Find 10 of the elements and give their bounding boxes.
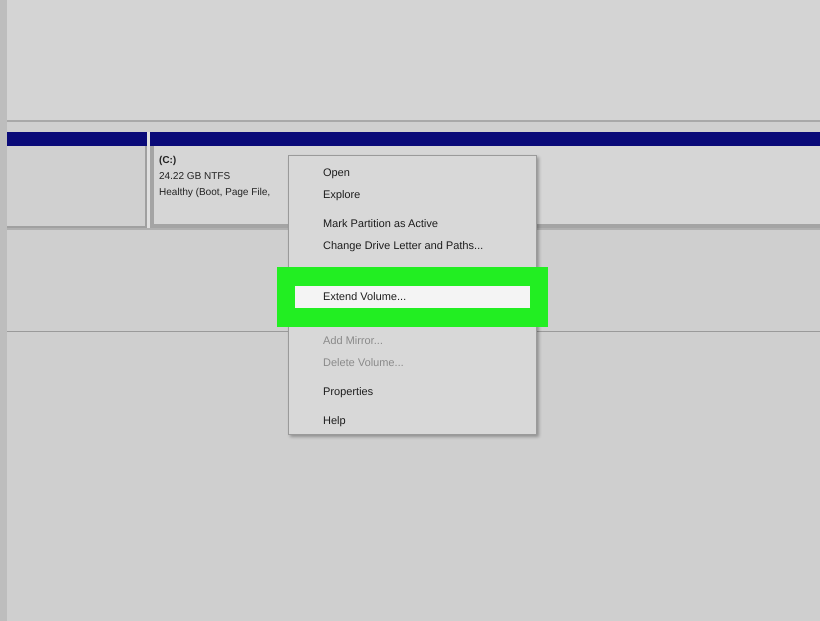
menu-item[interactable]: Open <box>289 162 536 184</box>
menu-item[interactable]: Properties <box>289 381 536 403</box>
menu-item[interactable]: Extend Volume... <box>295 286 530 308</box>
volume-name: (C:) <box>159 154 176 168</box>
menu-item[interactable]: Change Drive Letter and Paths... <box>289 235 536 257</box>
volume-status: Healthy (Boot, Page File, <box>159 186 270 200</box>
menu-item[interactable]: Explore <box>289 184 536 206</box>
volume-size: 24.22 GB NTFS <box>159 170 230 184</box>
menu-item[interactable]: Mark Partition as Active <box>289 213 536 235</box>
menu-item[interactable]: Help <box>289 410 536 432</box>
